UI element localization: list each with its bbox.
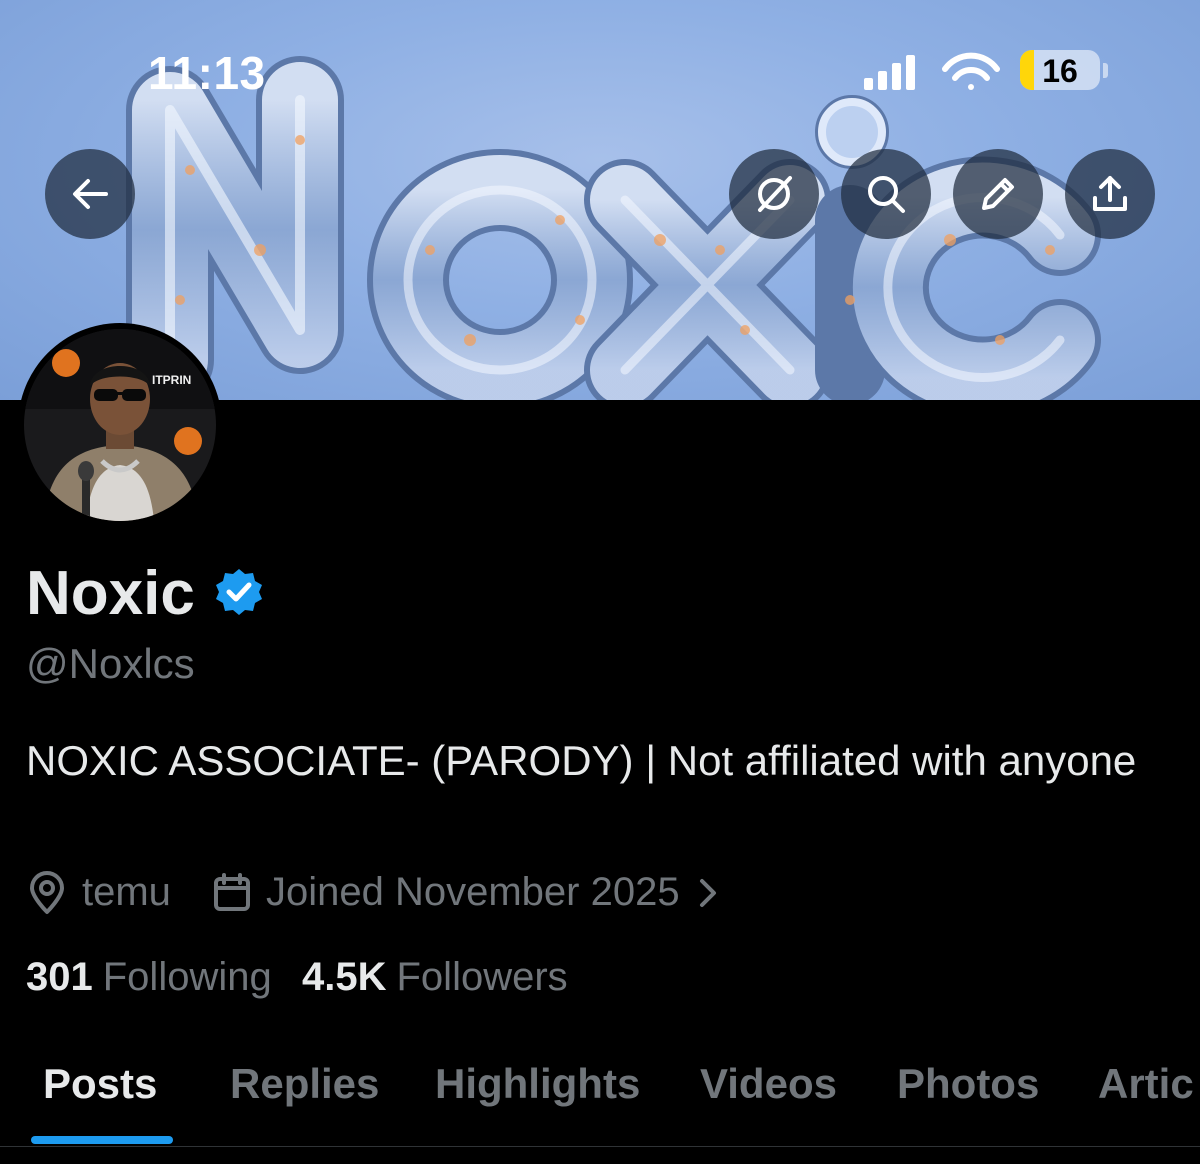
location: temu xyxy=(26,870,171,915)
battery-indicator: 16 xyxy=(1020,50,1100,90)
avatar[interactable]: ITPRIN xyxy=(18,323,222,527)
grok-button[interactable] xyxy=(729,149,819,239)
avatar-photo: ITPRIN xyxy=(24,329,216,521)
tab-posts[interactable]: Posts xyxy=(43,1060,157,1108)
followers-count: 4.5K xyxy=(302,955,387,999)
arrow-left-icon xyxy=(73,179,108,209)
join-date[interactable]: Joined November 2025 xyxy=(212,870,718,915)
tab-replies[interactable]: Replies xyxy=(230,1060,379,1108)
edit-button[interactable] xyxy=(953,149,1043,239)
following-stat[interactable]: 301 Following xyxy=(26,955,272,1000)
followers-stat[interactable]: 4.5K Followers xyxy=(302,955,568,1000)
tab-photos[interactable]: Photos xyxy=(897,1060,1039,1108)
tab-articles[interactable]: Artic xyxy=(1098,1060,1194,1108)
battery-level: 16 xyxy=(1042,53,1078,89)
share-icon xyxy=(1093,176,1127,211)
wifi-icon xyxy=(942,52,1000,90)
display-name: Noxic xyxy=(26,559,195,628)
pencil-icon xyxy=(982,178,1014,210)
active-tab-indicator xyxy=(31,1136,173,1144)
grok-icon xyxy=(758,176,792,212)
chevron-right-icon xyxy=(699,878,716,907)
following-count: 301 xyxy=(26,955,93,999)
status-time: 11:13 xyxy=(148,47,266,99)
svg-text:ITPRIN: ITPRIN xyxy=(152,373,191,387)
verified-badge-icon[interactable] xyxy=(214,567,264,617)
join-date-text: Joined November 2025 xyxy=(266,870,680,914)
battery-nub xyxy=(1103,63,1108,78)
tab-videos[interactable]: Videos xyxy=(700,1060,837,1108)
search-icon xyxy=(868,176,905,213)
handle: @Noxlcs xyxy=(26,640,195,687)
tab-divider xyxy=(0,1146,1200,1147)
followers-label: Followers xyxy=(396,955,568,999)
status-icons xyxy=(864,52,1000,90)
cellular-signal-icon xyxy=(864,55,915,90)
bio: NOXIC ASSOCIATE- (PARODY) | Not affiliat… xyxy=(26,737,1137,784)
tab-highlights[interactable]: Highlights xyxy=(435,1060,640,1108)
location-pin-icon xyxy=(30,870,64,914)
back-button[interactable] xyxy=(45,149,135,239)
calendar-icon xyxy=(214,872,250,911)
following-label: Following xyxy=(102,955,272,999)
search-button[interactable] xyxy=(841,149,931,239)
location-text: temu xyxy=(82,870,171,914)
share-button[interactable] xyxy=(1065,149,1155,239)
